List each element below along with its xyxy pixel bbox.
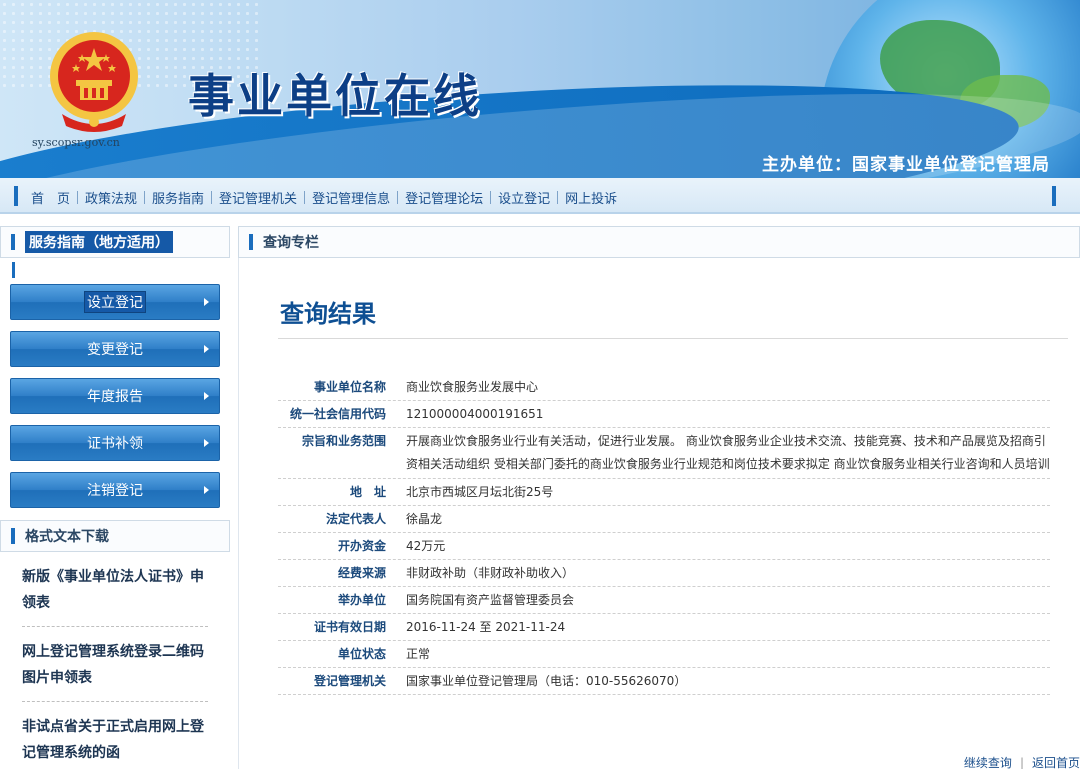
- button-label: 注销登记: [87, 483, 143, 499]
- downloads-list: 新版《事业单位法人证书》申领表 网上登记管理系统登录二维码图片申领表 非试点省关…: [0, 552, 230, 769]
- nav-item-forum[interactable]: 登记管理论坛: [398, 188, 490, 207]
- field-label: 地 址: [349, 485, 386, 499]
- establish-registration-button[interactable]: 设立登记: [10, 284, 220, 320]
- annual-report-button[interactable]: 年度报告: [10, 378, 220, 414]
- table-row: 经费来源 非财政补助（非财政补助收入）: [278, 560, 1050, 587]
- header-accent-bar: [11, 528, 15, 544]
- field-label: 法定代表人: [325, 512, 386, 526]
- cancel-registration-button[interactable]: 注销登记: [10, 472, 220, 508]
- chevron-right-icon: [204, 439, 209, 447]
- continue-query-link[interactable]: 继续查询: [964, 754, 1012, 769]
- main-content: 查询专栏 查询结果 事业单位名称 商业饮食服务业发展中心 统一社会信用代码 12…: [238, 226, 1080, 769]
- certificate-reissue-button[interactable]: 证书补领: [10, 425, 220, 461]
- result-title: 查询结果: [280, 299, 376, 328]
- table-row: 宗旨和业务范围 开展商业饮食服务业行业有关活动，促进行业发展。 商业饮食服务业企…: [278, 428, 1050, 479]
- nav-item-policy[interactable]: 政策法规: [78, 188, 144, 207]
- field-value: 开展商业饮食服务业行业有关活动，促进行业发展。 商业饮食服务业企业技术交流、技能…: [406, 434, 1050, 471]
- field-value: 121000004000191651: [406, 407, 544, 421]
- field-label: 登记管理机关: [313, 674, 386, 688]
- field-label: 事业单位名称: [313, 380, 386, 394]
- button-label: 年度报告: [87, 389, 143, 405]
- downloads-header: 格式文本下载: [0, 520, 230, 552]
- field-label: 举办单位: [337, 593, 386, 607]
- nav-accent-bar: [14, 186, 18, 206]
- header-accent-bar: [12, 262, 15, 278]
- table-row: 事业单位名称 商业饮食服务业发展中心: [278, 374, 1050, 401]
- field-value: 徐晶龙: [406, 512, 443, 526]
- field-value: 国务院国有资产监督管理委员会: [406, 593, 575, 607]
- field-label: 开办资金: [337, 539, 386, 553]
- button-label: 变更登记: [87, 342, 143, 358]
- query-panel-header: 查询专栏: [238, 226, 1080, 258]
- field-label: 统一社会信用代码: [289, 407, 386, 421]
- field-value: 2016-11-24 至 2021-11-24: [406, 620, 566, 634]
- download-link[interactable]: 非试点省关于正式启用网上登记管理系统的函: [22, 702, 208, 769]
- chevron-right-icon: [204, 345, 209, 353]
- nav-items: 首 页 政策法规 服务指南 登记管理机关 登记管理信息 登记管理论坛 设立登记 …: [24, 188, 624, 207]
- top-nav: 首 页 政策法规 服务指南 登记管理机关 登记管理信息 登记管理论坛 设立登记 …: [0, 178, 1080, 214]
- nav-accent-bar: [1052, 186, 1056, 206]
- change-registration-button[interactable]: 变更登记: [10, 331, 220, 367]
- nav-item-registration-info[interactable]: 登记管理信息: [305, 188, 397, 207]
- field-label: 宗旨和业务范围: [301, 434, 386, 448]
- service-guide-title: 服务指南（地方适用）: [25, 231, 173, 253]
- field-label: 经费来源: [337, 566, 386, 580]
- button-label: 证书补领: [87, 436, 143, 452]
- nav-item-establish[interactable]: 设立登记: [491, 188, 557, 207]
- site-url: sy.scopsr.gov.cn: [32, 136, 120, 149]
- field-value: 非财政补助（非财政补助收入）: [406, 566, 575, 580]
- nav-item-service-guide[interactable]: 服务指南: [145, 188, 211, 207]
- sidebar: 服务指南（地方适用） 设立登记 变更登记 年度报告 证书补领 注销登记 格式文本…: [0, 226, 230, 769]
- panel-border: [238, 258, 239, 769]
- download-link[interactable]: 新版《事业单位法人证书》申领表: [22, 552, 208, 627]
- field-value: 商业饮食服务业发展中心: [406, 380, 539, 394]
- chevron-right-icon: [204, 486, 209, 494]
- field-value: 正常: [406, 647, 431, 661]
- service-guide-header: 服务指南（地方适用）: [0, 226, 230, 258]
- field-value: 国家事业单位登记管理局（电话：010-55626070）: [406, 674, 687, 688]
- field-label: 单位状态: [337, 647, 386, 661]
- field-value: 42万元: [406, 539, 446, 553]
- sponsor-text: 主办单位：国家事业单位登记管理局: [762, 155, 1050, 175]
- header-accent-bar: [11, 234, 15, 250]
- divider: [278, 338, 1068, 339]
- table-row: 单位状态 正常: [278, 641, 1050, 668]
- table-row: 登记管理机关 国家事业单位登记管理局（电话：010-55626070）: [278, 668, 1050, 695]
- query-panel-title: 查询专栏: [263, 235, 319, 251]
- downloads-title: 格式文本下载: [25, 529, 109, 545]
- link-divider: |: [1019, 755, 1024, 769]
- table-row: 统一社会信用代码 121000004000191651: [278, 401, 1050, 428]
- download-link[interactable]: 网上登记管理系统登录二维码图片申领表: [22, 627, 208, 702]
- site-banner: sy.scopsr.gov.cn 事业单位在线 主办单位：国家事业单位登记管理局: [0, 0, 1080, 178]
- downloads-panel: 格式文本下载 新版《事业单位法人证书》申领表 网上登记管理系统登录二维码图片申领…: [0, 520, 230, 769]
- field-label: 证书有效日期: [313, 620, 386, 634]
- site-title: 事业单位在线: [188, 69, 482, 123]
- chevron-right-icon: [204, 298, 209, 306]
- result-table: 事业单位名称 商业饮食服务业发展中心 统一社会信用代码 121000004000…: [278, 374, 1050, 695]
- chevron-right-icon: [204, 392, 209, 400]
- table-row: 开办资金 42万元: [278, 533, 1050, 560]
- field-value: 北京市西城区月坛北街25号: [406, 485, 554, 499]
- national-emblem-icon: [50, 32, 138, 132]
- button-label: 设立登记: [84, 291, 146, 313]
- table-row: 地 址 北京市西城区月坛北街25号: [278, 479, 1050, 506]
- nav-item-complaint[interactable]: 网上投诉: [558, 188, 624, 207]
- return-home-link[interactable]: 返回首页: [1032, 754, 1080, 769]
- nav-item-registration-authority[interactable]: 登记管理机关: [212, 188, 304, 207]
- footer-links: 继续查询 | 返回首页: [964, 754, 1080, 769]
- table-row: 法定代表人 徐晶龙: [278, 506, 1050, 533]
- table-row: 举办单位 国务院国有资产监督管理委员会: [278, 587, 1050, 614]
- header-accent-bar: [249, 234, 253, 250]
- nav-item-home[interactable]: 首 页: [24, 188, 77, 207]
- table-row: 证书有效日期 2016-11-24 至 2021-11-24: [278, 614, 1050, 641]
- service-buttons: 设立登记 变更登记 年度报告 证书补领 注销登记: [0, 278, 230, 508]
